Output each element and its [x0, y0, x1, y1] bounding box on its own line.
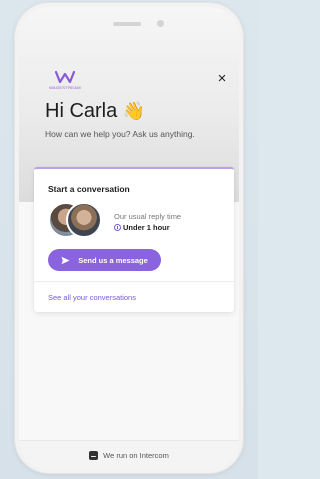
phone-camera	[157, 20, 164, 27]
intercom-icon	[89, 450, 99, 460]
footer-text: We run on Intercom	[103, 450, 169, 460]
intercom-footer[interactable]: We run on Intercom	[19, 440, 239, 469]
reply-time-value: Under 1 hour	[114, 223, 170, 232]
card-title: Start a conversation	[48, 184, 130, 194]
greeting-heading: Hi Carla 👋	[45, 100, 145, 123]
start-conversation-card: Start a conversation Our usual reply tim…	[34, 167, 234, 312]
send-icon	[61, 256, 70, 264]
messenger-screen: WAGESTREAM × Hi Carla 👋 How can we help …	[19, 7, 239, 469]
greeting-subtitle: How can we help you? Ask us anything.	[45, 129, 195, 139]
see-all-conversations-link[interactable]: See all your conversations	[48, 293, 136, 302]
avatar	[66, 202, 102, 238]
brand-name: WAGESTREAM	[49, 85, 81, 90]
reply-time-text: Under 1 hour	[123, 223, 170, 232]
team-avatars	[48, 202, 102, 238]
send-message-button[interactable]: Send us a message	[48, 249, 161, 271]
close-icon: ×	[217, 70, 227, 87]
phone-frame: WAGESTREAM × Hi Carla 👋 How can we help …	[15, 3, 243, 473]
greeting-text: Hi Carla	[45, 100, 118, 122]
wagestream-logo-icon	[55, 70, 75, 84]
reply-time-label: Our usual reply time	[114, 212, 182, 221]
clock-icon	[114, 224, 121, 231]
card-divider	[34, 281, 234, 282]
close-button[interactable]: ×	[215, 70, 229, 87]
phone-speaker	[113, 22, 141, 26]
brand-logo: WAGESTREAM	[45, 70, 85, 90]
wave-emoji-icon: 👋	[122, 101, 146, 121]
send-message-label: Send us a message	[78, 255, 148, 265]
